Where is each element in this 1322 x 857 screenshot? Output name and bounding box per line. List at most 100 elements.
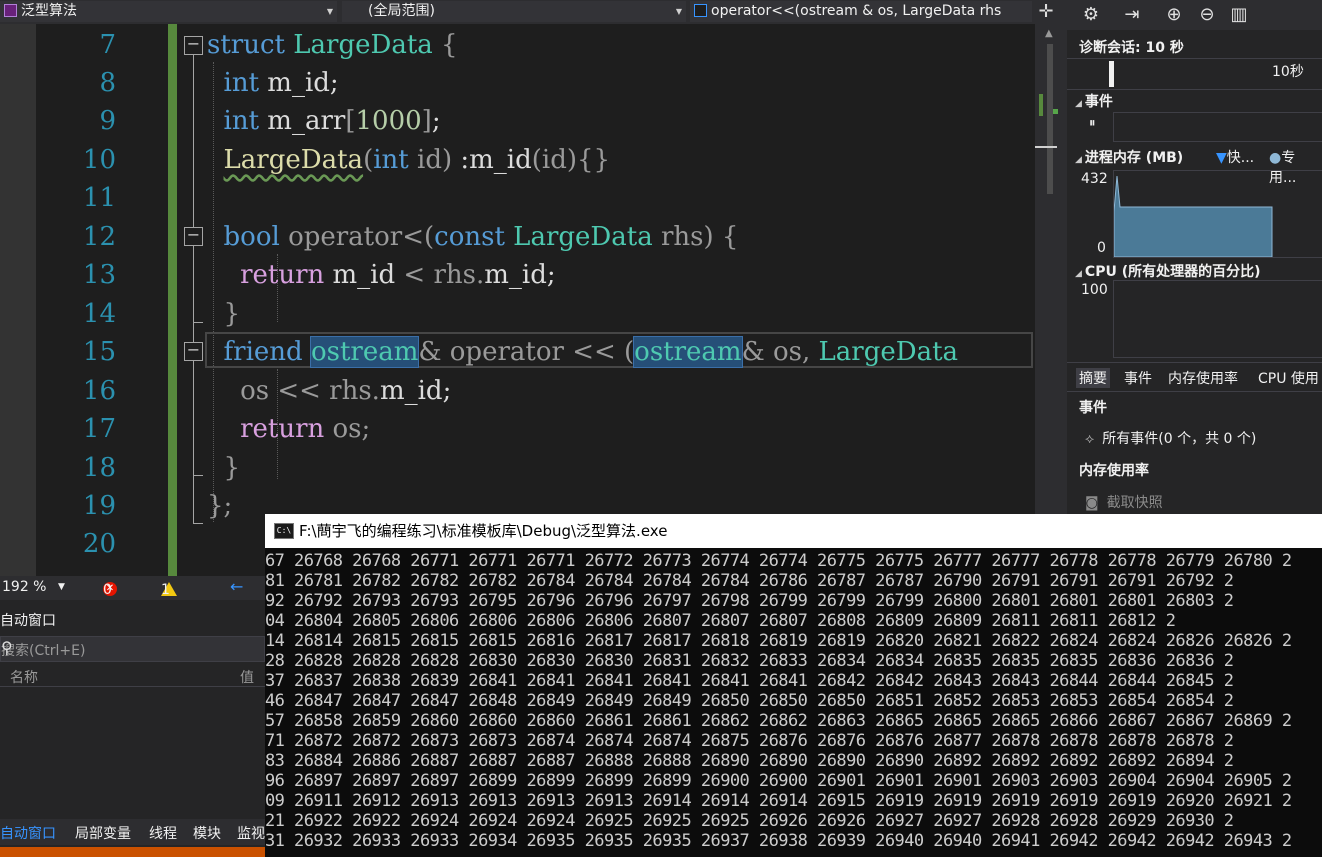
pause-icon[interactable]: ⏸ <box>1089 116 1096 131</box>
scope-name: (全局范围) <box>368 3 435 19</box>
console-line: 92 26792 26793 26793 26795 26796 26796 2… <box>265 591 1234 611</box>
console-title: F:\蔄宇飞的编程练习\标准模板库\Debug\泛型算法.exe <box>299 522 668 540</box>
cpu-title: CPU (所有处理器的百分比) <box>1084 264 1261 280</box>
member-dropdown[interactable]: operator<<(ostream & os, LargeData rhs <box>690 1 1032 22</box>
line-number: 7 <box>99 30 116 60</box>
events-section-header[interactable]: ◢ 事件 <box>1075 91 1113 111</box>
events-icon: ⟡ <box>1085 431 1095 447</box>
line-number: 20 <box>82 529 116 559</box>
tab-threads[interactable]: 线程 <box>149 823 177 843</box>
chevron-down-icon[interactable]: ▼ <box>58 582 65 592</box>
private-dot-icon: ● <box>1269 150 1282 166</box>
memory-title: 进程内存 (MB) <box>1084 150 1184 166</box>
collapse-icon[interactable]: − <box>184 342 203 361</box>
settings-gear-icon[interactable]: ⚙ <box>1079 3 1103 27</box>
memory-usage-subheader: 内存使用率 <box>1079 463 1149 479</box>
code-line: int m_arr[1000]; <box>223 106 441 136</box>
caret-position-marker <box>1035 146 1057 148</box>
console-line: 14 26814 26815 26815 26815 26816 26817 2… <box>265 631 1292 651</box>
tab-summary[interactable]: 摘要 <box>1076 368 1110 388</box>
project-dropdown[interactable]: 泛型算法 ▼ <box>0 1 337 22</box>
export-icon[interactable]: ⇥ <box>1120 3 1144 27</box>
column-name[interactable]: 名称 <box>10 667 38 687</box>
timeline-ruler[interactable]: 10秒 <box>1067 58 1322 90</box>
memory-area <box>1113 175 1273 258</box>
console-line: 46 26847 26847 26847 26848 26849 26849 2… <box>265 691 1234 711</box>
change-tracking-bar <box>168 24 177 576</box>
editor-scrollbar[interactable]: ▲ <box>1035 24 1067 514</box>
line-number: 18 <box>82 453 116 483</box>
tab-autos[interactable]: 自动窗口 <box>0 823 56 843</box>
code-line: int m_id; <box>223 68 339 98</box>
line-number: 16 <box>82 376 116 406</box>
console-title-bar[interactable]: C:\ F:\蔄宇飞的编程练习\标准模板库\Debug\泛型算法.exe <box>265 514 1322 548</box>
memory-chart[interactable] <box>1113 170 1322 258</box>
search-input[interactable]: 搜索(Ctrl+E) ⚲ <box>0 636 265 662</box>
glyph-margin <box>0 24 36 576</box>
outline-end <box>193 523 203 524</box>
tab-modules[interactable]: 模块 <box>193 823 221 843</box>
code-line: bool operator<(const LargeData rhs) { <box>223 222 739 252</box>
console-line: 31 26932 26933 26933 26934 26935 26935 2… <box>265 831 1292 851</box>
diagnostic-tools: ⚙ ⇥ ⊕ ⊖ ▥ 诊断会话: 10 秒 10秒 ◢ 事件 ⏸ ◢ 进程内存 (MB… <box>1067 0 1322 514</box>
cpu-chart[interactable] <box>1113 280 1322 358</box>
console-line: 09 26911 26912 26913 26913 26913 26913 2… <box>265 791 1292 811</box>
zoom-in-icon[interactable]: ⊕ <box>1162 3 1186 27</box>
timeline-thumb[interactable] <box>1109 61 1114 87</box>
search-icon[interactable]: ⚲ <box>1 638 260 657</box>
tab-locals[interactable]: 局部变量 <box>75 823 131 843</box>
line-number: 8 <box>99 68 116 98</box>
take-snapshot-button[interactable]: ◙ 截取快照 <box>1085 492 1163 512</box>
back-arrow-icon[interactable]: ← <box>230 577 243 596</box>
project-name: 泛型算法 <box>21 3 77 19</box>
tab-events[interactable]: 事件 <box>1124 368 1152 388</box>
member-name: operator<<(ostream & os, LargeData rhs <box>711 3 1002 19</box>
code-line: LargeData(int id) :m_id(id){} <box>223 145 611 175</box>
code-line: } <box>223 453 241 483</box>
split-editor-icon[interactable]: ✛ <box>1036 2 1056 22</box>
outline-end <box>193 322 203 323</box>
autos-window: 自动窗口 搜索(Ctrl+E) ⚲ 名称 值 自动窗口 局部变量 线程 模块 监… <box>0 600 265 857</box>
collapse-icon[interactable]: − <box>184 36 203 55</box>
method-icon <box>694 4 707 17</box>
cpu-max-label: 100 <box>1081 282 1108 298</box>
memory-min-label: 0 <box>1097 240 1106 256</box>
console-line: 37 26837 26838 26839 26841 26841 26841 2… <box>265 671 1234 691</box>
outline-guide <box>193 55 194 524</box>
column-value[interactable]: 值 <box>240 667 254 687</box>
memory-section-header[interactable]: ◢ 进程内存 (MB) <box>1075 147 1183 167</box>
scroll-thumb[interactable] <box>1047 44 1053 194</box>
console-line: 04 26804 26805 26806 26806 26806 26806 2… <box>265 611 1176 631</box>
camera-icon: ◙ <box>1085 495 1099 511</box>
line-number: 17 <box>82 414 116 444</box>
line-number: 9 <box>99 106 116 136</box>
console-line: 71 26872 26872 26873 26873 26874 26874 2… <box>265 731 1234 751</box>
all-events-link[interactable]: ⟡ 所有事件(0 个，共 0 个) <box>1085 428 1256 448</box>
events-title: 事件 <box>1084 94 1113 110</box>
scroll-up-icon[interactable]: ▲ <box>1045 28 1053 39</box>
autos-header: 名称 值 <box>0 664 265 687</box>
legend-snapshot: ▼快... <box>1216 150 1255 166</box>
tab-watch[interactable]: 监视 <box>237 823 265 843</box>
code-line: os << rhs.m_id; <box>240 376 452 406</box>
zoom-out-icon[interactable]: ⊖ <box>1195 3 1219 27</box>
events-subheader: 事件 <box>1079 400 1107 416</box>
scope-dropdown[interactable]: (全局范围) ▼ <box>342 1 686 22</box>
project-icon <box>4 4 17 17</box>
console-line: 67 26768 26768 26771 26771 26771 26772 2… <box>265 551 1292 571</box>
diagnostic-tabs: 摘要 事件 内存使用率 CPU 使用 <box>1067 362 1322 392</box>
code-editor[interactable]: 7 8 9 10 11 12 13 14 15 16 17 18 19 20 −… <box>0 24 1035 576</box>
snapshot-triangle-icon: ▼ <box>1216 150 1227 166</box>
tab-memory-usage[interactable]: 内存使用率 <box>1168 368 1238 388</box>
chart-icon[interactable]: ▥ <box>1227 3 1251 27</box>
console-window[interactable]: C:\ F:\蔄宇飞的编程练习\标准模板库\Debug\泛型算法.exe 67 … <box>265 514 1322 857</box>
collapse-triangle-icon: ◢ <box>1075 269 1082 279</box>
collapse-icon[interactable]: − <box>184 227 203 246</box>
code-line: } <box>223 299 241 329</box>
memory-graph <box>1113 175 1273 258</box>
zoom-level[interactable]: 192 % <box>2 579 46 595</box>
console-line: 81 26781 26782 26782 26782 26784 26784 2… <box>265 571 1234 591</box>
tab-cpu-usage[interactable]: CPU 使用 <box>1258 368 1319 388</box>
cpu-section-header[interactable]: ◢ CPU (所有处理器的百分比) <box>1075 261 1261 281</box>
outline-end <box>193 475 203 476</box>
